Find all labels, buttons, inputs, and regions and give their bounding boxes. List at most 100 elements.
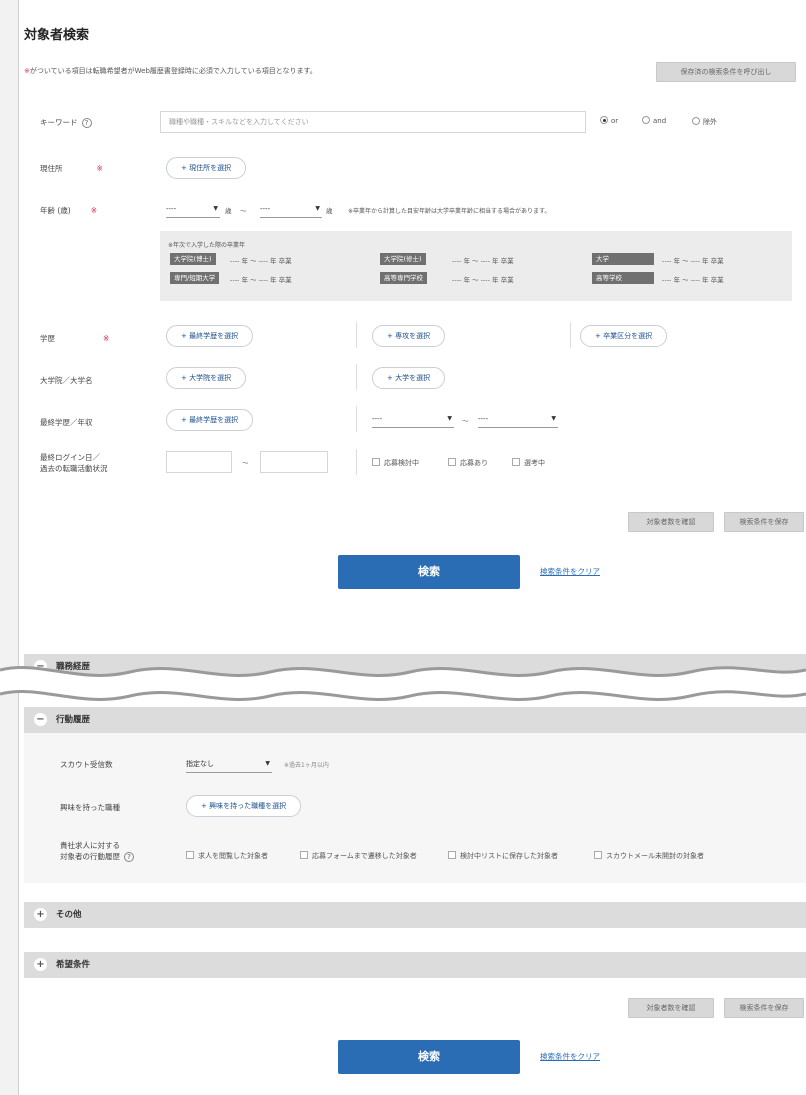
salary-to-select[interactable]: ---- ▼ bbox=[478, 410, 558, 428]
age-from-select[interactable]: ---- ▼ bbox=[166, 200, 220, 218]
divider bbox=[356, 364, 357, 390]
grad-tag-university: 大学 bbox=[592, 253, 654, 265]
status-screening-label: 選考中 bbox=[524, 459, 545, 467]
radio-icon bbox=[642, 116, 650, 124]
status-applied-label: 応募あり bbox=[460, 459, 488, 467]
grad-range-technical: ---- 年 〜 ---- 年 卒業 bbox=[452, 276, 514, 284]
collapse-icon: − bbox=[34, 713, 47, 726]
company-behavior-label-line1: 貴社求人に対する bbox=[60, 841, 120, 850]
checkbox-icon bbox=[300, 851, 308, 859]
last-login-to-input[interactable] bbox=[260, 451, 328, 473]
keyword-help-icon[interactable]: ? bbox=[81, 118, 92, 128]
company-behavior-help-icon[interactable]: ? bbox=[124, 852, 134, 862]
page-title: 対象者検索 bbox=[24, 28, 90, 43]
unopened-scout-label: スカウトメール未開封の対象者 bbox=[606, 852, 704, 860]
age-to-value: ---- bbox=[260, 205, 271, 213]
section-behavior-title: 行動履歴 bbox=[56, 715, 91, 725]
last-login-from-input[interactable] bbox=[166, 451, 232, 473]
radio-icon bbox=[692, 117, 700, 125]
age-unit-to: 歳 bbox=[326, 207, 333, 215]
section-other-title: その他 bbox=[56, 910, 82, 920]
age-note: ※卒業年から計算した目安年齢は大学卒業年齢に相当する場合があります。 bbox=[348, 208, 551, 215]
expand-icon: + bbox=[34, 958, 47, 971]
chevron-down-icon: ▼ bbox=[551, 415, 556, 422]
last-login-label-line1: 最終ログイン日／ bbox=[40, 453, 100, 462]
load-saved-conditions-button[interactable]: 保存済の検索条件を呼び出し bbox=[656, 62, 796, 82]
reached-form-label: 応募フォームまで遷移した対象者 bbox=[312, 852, 417, 860]
scout-count-label: スカウト受信数 bbox=[60, 760, 113, 769]
status-screening-checkbox[interactable]: 選考中 bbox=[512, 458, 545, 468]
grad-tag-highschool: 高等学校 bbox=[592, 272, 654, 284]
school-label: 大学院／大学名 bbox=[40, 376, 93, 385]
radio-selected-icon bbox=[600, 116, 608, 124]
select-graduate-school-button[interactable]: + 大学院を選択 bbox=[166, 367, 247, 389]
residence-label: 現住所 ※ bbox=[40, 163, 103, 174]
status-applied-checkbox[interactable]: 応募あり bbox=[448, 458, 488, 468]
education-label: 学歴 ※ bbox=[40, 333, 109, 344]
education-label-text: 学歴 bbox=[40, 334, 55, 343]
keyword-and-radio[interactable]: and bbox=[642, 116, 667, 125]
required-note: ※がついている項目は転職希望者がWeb履歴書登録時に必須で入力している項目となり… bbox=[24, 66, 317, 76]
reached-form-checkbox[interactable]: 応募フォームまで遷移した対象者 bbox=[300, 851, 417, 861]
select-region-button[interactable]: + 最終学歴を選択 bbox=[166, 409, 254, 431]
residence-label-text: 現住所 bbox=[40, 164, 63, 173]
scout-count-select[interactable]: 指定なし ▼ bbox=[186, 755, 272, 773]
last-login-label: 最終ログイン日／ 過去の転職活動状況 bbox=[40, 452, 108, 474]
chevron-down-icon: ▼ bbox=[447, 415, 452, 422]
company-behavior-label-line2-text: 対象者の行動履歴 bbox=[60, 852, 120, 861]
keyword-exclude-label: 除外 bbox=[703, 118, 717, 126]
keyword-and-label: and bbox=[653, 117, 667, 125]
age-label: 年齢 (歳) ※ bbox=[40, 205, 97, 216]
save-conditions-button[interactable]: 検索条件を保存 bbox=[724, 512, 804, 532]
section-desired-title: 希望条件 bbox=[56, 960, 91, 970]
grad-range-highschool: ---- 年 〜 ---- 年 卒業 bbox=[662, 276, 724, 284]
checkbox-icon bbox=[594, 851, 602, 859]
section-desired-header[interactable]: + 希望条件 bbox=[24, 952, 806, 978]
confirm-count-button-bottom[interactable]: 対象者数を確認 bbox=[628, 998, 714, 1018]
checkbox-icon bbox=[372, 458, 380, 466]
grad-range-university: ---- 年 〜 ---- 年 卒業 bbox=[662, 257, 724, 265]
select-university-button[interactable]: + 大学を選択 bbox=[372, 367, 446, 389]
viewed-job-checkbox[interactable]: 求人を閲覧した対象者 bbox=[186, 851, 268, 861]
age-to-select[interactable]: ---- ▼ bbox=[260, 200, 322, 218]
viewed-job-label: 求人を閲覧した対象者 bbox=[198, 852, 268, 860]
status-considering-label: 応募検討中 bbox=[384, 459, 419, 467]
checkbox-icon bbox=[448, 851, 456, 859]
keyword-or-radio[interactable]: or bbox=[600, 116, 618, 125]
chevron-down-icon: ▼ bbox=[265, 760, 270, 767]
unopened-scout-checkbox[interactable]: スカウトメール未開封の対象者 bbox=[594, 851, 704, 861]
section-behavior-header[interactable]: − 行動履歴 bbox=[24, 707, 806, 733]
keyword-exclude-radio[interactable]: 除外 bbox=[692, 117, 717, 127]
grad-tag-doctor: 大学院(博士) bbox=[170, 253, 216, 265]
keyword-input[interactable]: 職種や職種・スキルなどを入力してください bbox=[160, 111, 586, 133]
select-major-button[interactable]: + 専攻を選択 bbox=[372, 325, 446, 347]
select-final-education-button[interactable]: + 最終学歴を選択 bbox=[166, 325, 254, 347]
search-button[interactable]: 検索 bbox=[338, 555, 520, 589]
company-behavior-label-line2: 対象者の行動履歴? bbox=[60, 851, 134, 862]
divider bbox=[356, 322, 357, 348]
content-break-wave bbox=[0, 666, 806, 701]
chevron-down-icon: ▼ bbox=[213, 205, 218, 212]
region-label: 最終学歴／年収 bbox=[40, 418, 93, 427]
clear-conditions-link[interactable]: 検索条件をクリア bbox=[540, 566, 600, 577]
salary-from-select[interactable]: ---- ▼ bbox=[372, 410, 454, 428]
last-login-tilde: 〜 bbox=[242, 459, 249, 467]
select-graduation-type-button[interactable]: + 卒業区分を選択 bbox=[580, 325, 668, 347]
graduation-year-panel: ※年次で入学した際の卒業年 大学院(博士) ---- 年 〜 ---- 年 卒業… bbox=[160, 231, 792, 301]
clear-conditions-link-bottom[interactable]: 検索条件をクリア bbox=[540, 1051, 600, 1062]
salary-to-value: ---- bbox=[478, 415, 489, 423]
chevron-down-icon: ▼ bbox=[315, 205, 320, 212]
save-conditions-button-bottom[interactable]: 検索条件を保存 bbox=[724, 998, 804, 1018]
checkbox-icon bbox=[448, 458, 456, 466]
section-other-header[interactable]: + その他 bbox=[24, 902, 806, 928]
saved-list-checkbox[interactable]: 検討中リストに保存した対象者 bbox=[448, 851, 558, 861]
saved-list-label: 検討中リストに保存した対象者 bbox=[460, 852, 558, 860]
select-interested-job-button[interactable]: + 興味を持った職種を選択 bbox=[186, 795, 302, 817]
interested-job-label: 興味を持った職種 bbox=[60, 803, 120, 812]
divider bbox=[570, 322, 571, 348]
search-button-bottom[interactable]: 検索 bbox=[338, 1040, 520, 1074]
status-considering-checkbox[interactable]: 応募検討中 bbox=[372, 458, 419, 468]
confirm-count-button[interactable]: 対象者数を確認 bbox=[628, 512, 714, 532]
graduation-note: ※年次で入学した際の卒業年 bbox=[168, 242, 246, 249]
select-residence-button[interactable]: + 現住所を選択 bbox=[166, 157, 247, 179]
